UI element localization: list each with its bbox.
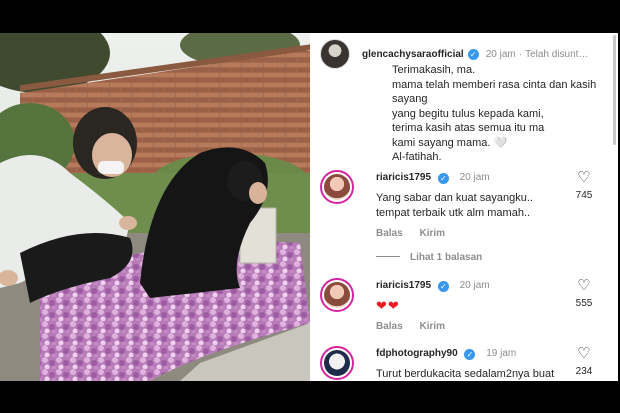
post-caption: glencachysaraofficial ✓ 20 jam · Telah d… xyxy=(320,39,610,163)
scrollbar[interactable] xyxy=(613,35,616,145)
comment: fdphotography90 ✓ 19 jam Turut berdukaci… xyxy=(320,346,610,381)
replies-dash xyxy=(376,256,400,257)
commenter-avatar[interactable] xyxy=(320,278,354,312)
reply-button[interactable]: Balas xyxy=(376,321,403,332)
commenter-avatar[interactable] xyxy=(320,346,354,380)
verified-badge-icon: ✓ xyxy=(464,349,476,360)
verified-badge-icon: ✓ xyxy=(467,48,479,60)
comment-time: 20 jam xyxy=(459,280,490,291)
comment-line: Yang sabar dan kuat sayangku.. xyxy=(376,192,533,204)
caption-line: Terimakasih, ma. xyxy=(392,64,476,76)
view-replies-label: Lihat 1 balasan xyxy=(410,252,483,263)
comment-line: tempat terbaik utk alm mamah.. xyxy=(376,206,531,219)
author-avatar[interactable] xyxy=(320,39,350,69)
comment-actions: Balas Kirim xyxy=(376,321,586,332)
commenter-avatar[interactable] xyxy=(320,170,354,204)
like-count: 234 xyxy=(575,366,593,377)
separator-dot: · xyxy=(518,48,523,60)
verified-badge-icon: ✓ xyxy=(437,281,449,292)
comment-body: riaricis1795 ✓ 20 jam ❤❤ Balas Kirim xyxy=(376,280,586,332)
commenter-username[interactable]: riaricis1795 xyxy=(376,172,431,183)
author-username[interactable]: glencachysaraofficial xyxy=(362,49,464,60)
comment: riaricis1795 ✓ 20 jam Yang sabar dan kua… xyxy=(320,170,610,280)
comment-like: ♡ 555 xyxy=(572,278,596,310)
commenter-username[interactable]: fdphotography90 xyxy=(376,348,458,359)
edited-label: Telah disunt… xyxy=(525,48,589,60)
comment-text: Yang sabar dan kuat sayangku.. tempat te… xyxy=(376,191,586,220)
caption-line: kami sayang mama. 🤍 xyxy=(392,136,508,149)
heart-outline-icon[interactable]: ♡ xyxy=(572,170,596,186)
comment-time: 20 jam xyxy=(459,172,490,183)
caption-line: mama telah memberi rasa cinta dan kasih … xyxy=(392,78,597,106)
heart-outline-icon[interactable]: ♡ xyxy=(572,278,596,294)
post-time: 20 jam xyxy=(485,48,516,60)
reply-button[interactable]: Balas xyxy=(376,228,403,239)
grave-visit-photo xyxy=(0,33,310,381)
comment: riaricis1795 ✓ 20 jam ❤❤ Balas Kirim ♡ 5… xyxy=(320,278,610,338)
comment-like: ♡ 745 xyxy=(572,170,596,202)
view-replies-link[interactable]: Lihat 1 balasan xyxy=(376,252,482,263)
comment-body: riaricis1795 ✓ 20 jam Yang sabar dan kua… xyxy=(376,172,586,239)
comments-panel[interactable]: glencachysaraofficial ✓ 20 jam · Telah d… xyxy=(310,33,618,381)
comment-actions: Balas Kirim xyxy=(376,228,586,239)
caption-line: terima kasih atas semua itu ma xyxy=(392,122,545,134)
send-button[interactable]: Kirim xyxy=(419,321,445,332)
like-count: 745 xyxy=(575,190,593,201)
send-button[interactable]: Kirim xyxy=(419,228,445,239)
heart-outline-icon[interactable]: ♡ xyxy=(572,346,596,362)
comment-like: ♡ 234 xyxy=(572,346,596,378)
verified-badge-icon: ✓ xyxy=(437,173,449,184)
caption-line: Al-fatihah. xyxy=(392,151,442,163)
comment-line: Turut berdukacita sedalam2nya buat xyxy=(376,368,555,380)
post-photo[interactable] xyxy=(0,33,310,381)
comment-body: fdphotography90 ✓ 19 jam Turut berdukaci… xyxy=(376,348,586,381)
heart-emoji: ❤❤ xyxy=(376,298,400,313)
comment-text: ❤❤ xyxy=(376,298,586,315)
post-modal: glencachysaraofficial ✓ 20 jam · Telah d… xyxy=(0,33,620,381)
caption-text: Terimakasih, ma. mama telah memberi rasa… xyxy=(392,63,618,165)
commenter-username[interactable]: riaricis1795 xyxy=(376,280,431,291)
comment-time: 19 jam xyxy=(486,348,517,359)
comment-text: Turut berdukacita sedalam2nya buat xyxy=(376,367,586,381)
like-count: 555 xyxy=(575,298,593,309)
caption-line: yang begitu tulus kepada kami, xyxy=(392,107,544,120)
